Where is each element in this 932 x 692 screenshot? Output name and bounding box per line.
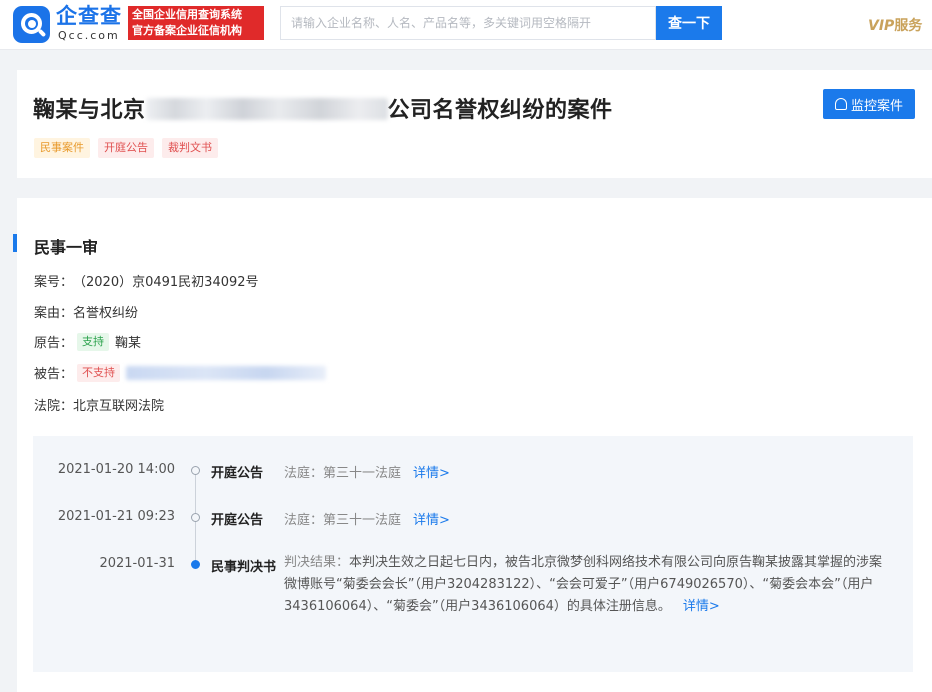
slogan-line-1: 全国企业信用查询系统 bbox=[132, 8, 242, 21]
search-box bbox=[280, 6, 656, 40]
brand-domain: Qcc.com bbox=[58, 29, 120, 42]
search-button[interactable]: 查一下 bbox=[656, 6, 722, 40]
section-accent-bar bbox=[13, 234, 17, 252]
court-label: 法院： bbox=[34, 399, 74, 414]
plaintiff-support-badge: 支持 bbox=[77, 332, 110, 351]
timeline-court-room: 法庭：第三十一法庭 bbox=[284, 466, 402, 481]
timeline-court-room: 法庭：第三十一法庭 bbox=[284, 513, 402, 528]
search-input[interactable] bbox=[281, 7, 655, 39]
vip-service-label: 服务 bbox=[894, 18, 923, 34]
case-cause-value: 名誉权纠纷 bbox=[73, 306, 139, 321]
redacted-defendant-name[interactable] bbox=[126, 365, 327, 380]
slogan-line-2: 官方备案企业征信机构 bbox=[132, 24, 242, 37]
redacted-company-name bbox=[145, 98, 388, 120]
defendant-row: 被告： 不支持 bbox=[34, 363, 327, 382]
case-detail-card: 民事一审 案号： （2020）京0491民初34092号 案由： 名誉权纠纷 原… bbox=[13, 198, 932, 692]
case-number-row: 案号： （2020）京0491民初34092号 bbox=[34, 271, 259, 290]
monitor-case-button[interactable]: 监控案件 bbox=[823, 89, 915, 119]
timeline-type: 民事判决书 bbox=[211, 560, 277, 575]
plaintiff-row: 原告： 支持 鞠某 bbox=[34, 332, 141, 351]
court-name: 北京互联网法院 bbox=[73, 399, 165, 414]
case-timeline: 2021-01-20 14:00 开庭公告 法庭：第三十一法庭 详情> 2021-… bbox=[33, 436, 913, 672]
judgment-result-label: 判决结果： bbox=[284, 555, 350, 570]
monitor-icon bbox=[834, 98, 847, 110]
timeline-dot-active-icon bbox=[191, 560, 200, 569]
case-cause-row: 案由： 名誉权纠纷 bbox=[34, 302, 138, 321]
timeline-details-link[interactable]: 详情> bbox=[683, 599, 720, 614]
top-header: 企查查 Qcc.com 全国企业信用查询系统 官方备案企业征信机构 查一下 VI… bbox=[0, 0, 932, 50]
case-title-suffix: 公司名誉权纠纷的案件 bbox=[387, 98, 613, 123]
case-number-label: 案号： bbox=[34, 275, 74, 290]
timeline-type: 开庭公告 bbox=[211, 513, 264, 528]
timeline-dot-icon bbox=[191, 513, 200, 522]
case-title-prefix: 鞠某与北京 bbox=[33, 98, 146, 123]
qcc-logo-icon[interactable] bbox=[13, 6, 50, 43]
timeline-details-link[interactable]: 详情> bbox=[413, 466, 450, 481]
timeline-type: 开庭公告 bbox=[211, 466, 264, 481]
timeline-dot-icon bbox=[191, 466, 200, 475]
vip-service-link[interactable]: VIP服务 bbox=[868, 15, 922, 35]
case-number-value: （2020）京0491民初34092号 bbox=[73, 275, 259, 290]
court-row: 法院： 北京互联网法院 bbox=[34, 395, 164, 414]
timeline-date: 2021-01-20 14:00 bbox=[57, 462, 175, 477]
case-title-card: 鞠某与北京 公司名誉权纠纷的案件 监控案件 民事案件 开庭公告 裁判文书 bbox=[17, 70, 932, 178]
slogan-badge: 全国企业信用查询系统 官方备案企业征信机构 bbox=[128, 6, 264, 40]
plaintiff-label: 原告： bbox=[34, 336, 74, 351]
case-cause-label: 案由： bbox=[34, 306, 74, 321]
monitor-case-label: 监控案件 bbox=[850, 98, 903, 114]
vip-label: VIP bbox=[868, 18, 895, 34]
plaintiff-name[interactable]: 鞠某 bbox=[115, 332, 141, 351]
brand-name[interactable]: 企查查 bbox=[56, 3, 122, 29]
case-tags: 民事案件 开庭公告 裁判文书 bbox=[34, 138, 218, 158]
section-title: 民事一审 bbox=[34, 238, 99, 257]
defendant-unsupported-badge: 不支持 bbox=[77, 363, 121, 382]
timeline-details-link[interactable]: 详情> bbox=[413, 513, 450, 528]
timeline-desc: 法庭：第三十一法庭 详情> bbox=[284, 509, 450, 528]
judgment-result-text: 本判决生效之日起七日内，被告北京微梦创科网络技术有限公司向原告鞠某披露其掌握的涉… bbox=[284, 555, 883, 614]
defendant-label: 被告： bbox=[34, 367, 74, 382]
judgment-result: 判决结果：本判决生效之日起七日内，被告北京微梦创科网络技术有限公司向原告鞠某披露… bbox=[284, 552, 884, 618]
case-title: 鞠某与北京 公司名誉权纠纷的案件 bbox=[33, 92, 613, 124]
tag-civil-case: 民事案件 bbox=[34, 138, 90, 158]
tag-court-notice: 开庭公告 bbox=[98, 138, 154, 158]
timeline-date: 2021-01-31 bbox=[99, 556, 175, 571]
tag-judgment-doc: 裁判文书 bbox=[162, 138, 218, 158]
timeline-desc: 法庭：第三十一法庭 详情> bbox=[284, 462, 450, 481]
timeline-date: 2021-01-21 09:23 bbox=[57, 509, 175, 524]
